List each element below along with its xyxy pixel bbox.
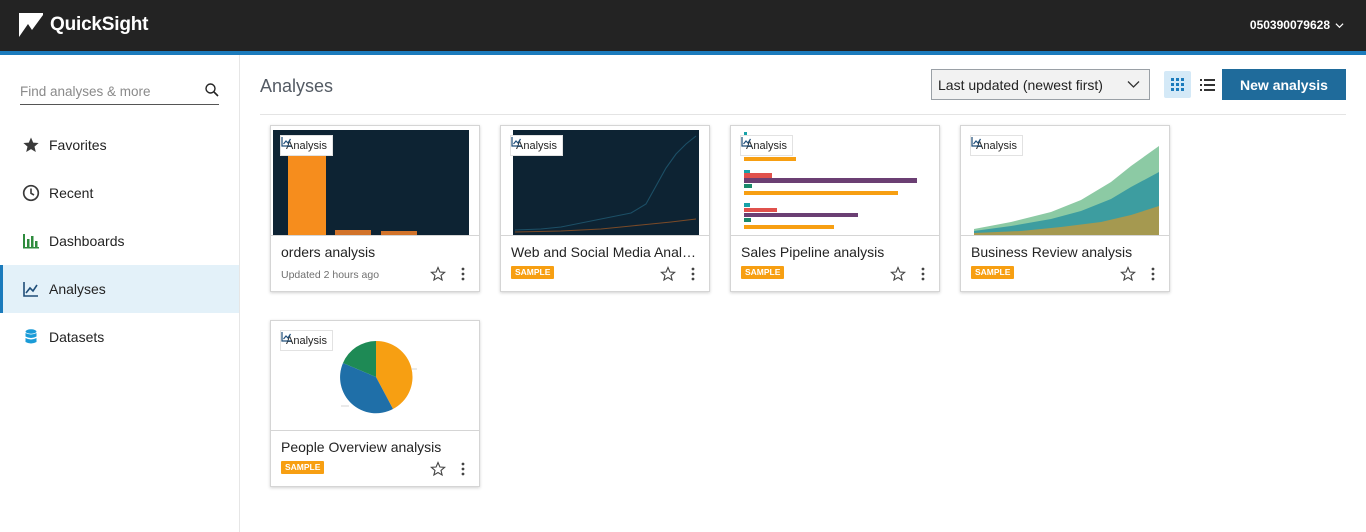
card-type-badge: Analysis	[280, 330, 333, 351]
card-title: orders analysis	[281, 244, 376, 260]
analysis-card-business-review[interactable]: Analysis Business Review analysis SAMPLE	[960, 125, 1170, 292]
more-options-icon[interactable]	[1149, 266, 1157, 282]
sidebar: Favorites Recent Dashboards A	[0, 55, 240, 532]
sidebar-item-label: Recent	[49, 185, 94, 201]
chevron-down-icon	[1335, 22, 1344, 28]
favorite-star-icon[interactable]	[430, 266, 446, 282]
more-options-icon[interactable]	[459, 461, 467, 477]
sample-badge: SAMPLE	[281, 461, 325, 474]
sort-select-value: Last updated (newest first)	[938, 76, 1103, 93]
sidebar-item-label: Datasets	[49, 329, 105, 345]
card-thumbnail: Analysis	[961, 126, 1169, 236]
analysis-icon	[281, 332, 292, 342]
favorite-star-icon[interactable]	[660, 266, 676, 282]
analysis-icon	[23, 282, 38, 297]
main-content: Analyses Last updated (newest first) New…	[240, 55, 1366, 532]
card-thumbnail: Analysis	[731, 126, 939, 236]
sidebar-item-label: Dashboards	[49, 233, 125, 249]
sidebar-item-datasets[interactable]: Datasets	[0, 313, 239, 361]
search-input[interactable]	[20, 79, 200, 103]
sidebar-item-analyses[interactable]: Analyses	[0, 265, 239, 313]
sample-badge: SAMPLE	[971, 266, 1015, 279]
star-icon	[23, 137, 39, 152]
analysis-icon	[971, 137, 982, 147]
more-options-icon[interactable]	[919, 266, 927, 282]
brand[interactable]: QuickSight	[19, 13, 148, 37]
card-type-badge: Analysis	[740, 135, 793, 156]
search-box	[20, 79, 219, 105]
sidebar-item-recent[interactable]: Recent	[0, 169, 239, 217]
card-type-label: Analysis	[976, 139, 1017, 152]
app-name: QuickSight	[50, 14, 149, 35]
account-id: 050390079628	[1249, 18, 1330, 32]
list-view-icon	[1200, 79, 1215, 91]
card-type-label: Analysis	[746, 139, 787, 152]
card-title: People Overview analysis	[281, 439, 442, 455]
database-icon	[25, 329, 37, 344]
card-thumbnail: Analysis	[271, 321, 479, 431]
card-type-badge: Analysis	[970, 135, 1023, 156]
grid-view-icon	[1171, 78, 1184, 91]
grid-view-button[interactable]	[1164, 71, 1191, 98]
card-updated-text: Updated 2 hours ago	[281, 269, 380, 281]
dashboard-icon	[23, 234, 39, 249]
card-type-label: Analysis	[286, 139, 327, 152]
card-type-badge: Analysis	[510, 135, 563, 156]
sort-select[interactable]: Last updated (newest first)	[931, 69, 1150, 100]
chevron-down-icon	[1127, 81, 1140, 88]
sidebar-item-label: Favorites	[49, 137, 107, 153]
sidebar-item-dashboards[interactable]: Dashboards	[0, 217, 239, 265]
more-options-icon[interactable]	[689, 266, 697, 282]
analysis-card-orders[interactable]: Analysis orders analysis Updated 2 hours…	[270, 125, 480, 292]
card-title: Business Review analysis	[971, 244, 1133, 260]
header-divider	[260, 114, 1346, 115]
favorite-star-icon[interactable]	[890, 266, 906, 282]
favorite-star-icon[interactable]	[1120, 266, 1136, 282]
analysis-icon	[281, 137, 292, 147]
card-thumbnail: Analysis	[501, 126, 709, 236]
card-title: Sales Pipeline analysis	[741, 244, 885, 260]
card-type-label: Analysis	[286, 334, 327, 347]
analysis-card-people-overview[interactable]: Analysis People Overview analysis SAMPLE	[270, 320, 480, 487]
sidebar-nav: Favorites Recent Dashboards Analyses Dat…	[0, 121, 239, 361]
clock-icon	[22, 184, 40, 202]
analysis-card-sales-pipeline[interactable]: Analysis Sales Pipeline analysis SAMPLE	[730, 125, 940, 292]
card-type-badge: Analysis	[280, 135, 333, 156]
top-bar: QuickSight 050390079628	[0, 0, 1366, 51]
sample-badge: SAMPLE	[741, 266, 785, 279]
sidebar-item-label: Analyses	[49, 281, 106, 297]
account-menu[interactable]: 050390079628	[1250, 18, 1344, 32]
sample-badge: SAMPLE	[511, 266, 555, 279]
analysis-card-web-social-media[interactable]: Analysis Web and Social Media Analytics …	[500, 125, 710, 292]
list-view-button[interactable]	[1194, 71, 1221, 98]
quicksight-logo-icon	[19, 13, 43, 37]
card-title: Web and Social Media Analytics analysis	[511, 244, 699, 260]
new-analysis-button[interactable]: New analysis	[1222, 69, 1346, 100]
page-title: Analyses	[260, 76, 334, 96]
sidebar-item-favorites[interactable]: Favorites	[0, 121, 239, 169]
search-icon[interactable]	[205, 83, 219, 97]
card-type-label: Analysis	[516, 139, 557, 152]
more-options-icon[interactable]	[459, 266, 467, 282]
favorite-star-icon[interactable]	[430, 461, 446, 477]
card-thumbnail: Analysis	[271, 126, 479, 236]
analysis-icon	[511, 137, 522, 147]
analysis-icon	[741, 137, 752, 147]
